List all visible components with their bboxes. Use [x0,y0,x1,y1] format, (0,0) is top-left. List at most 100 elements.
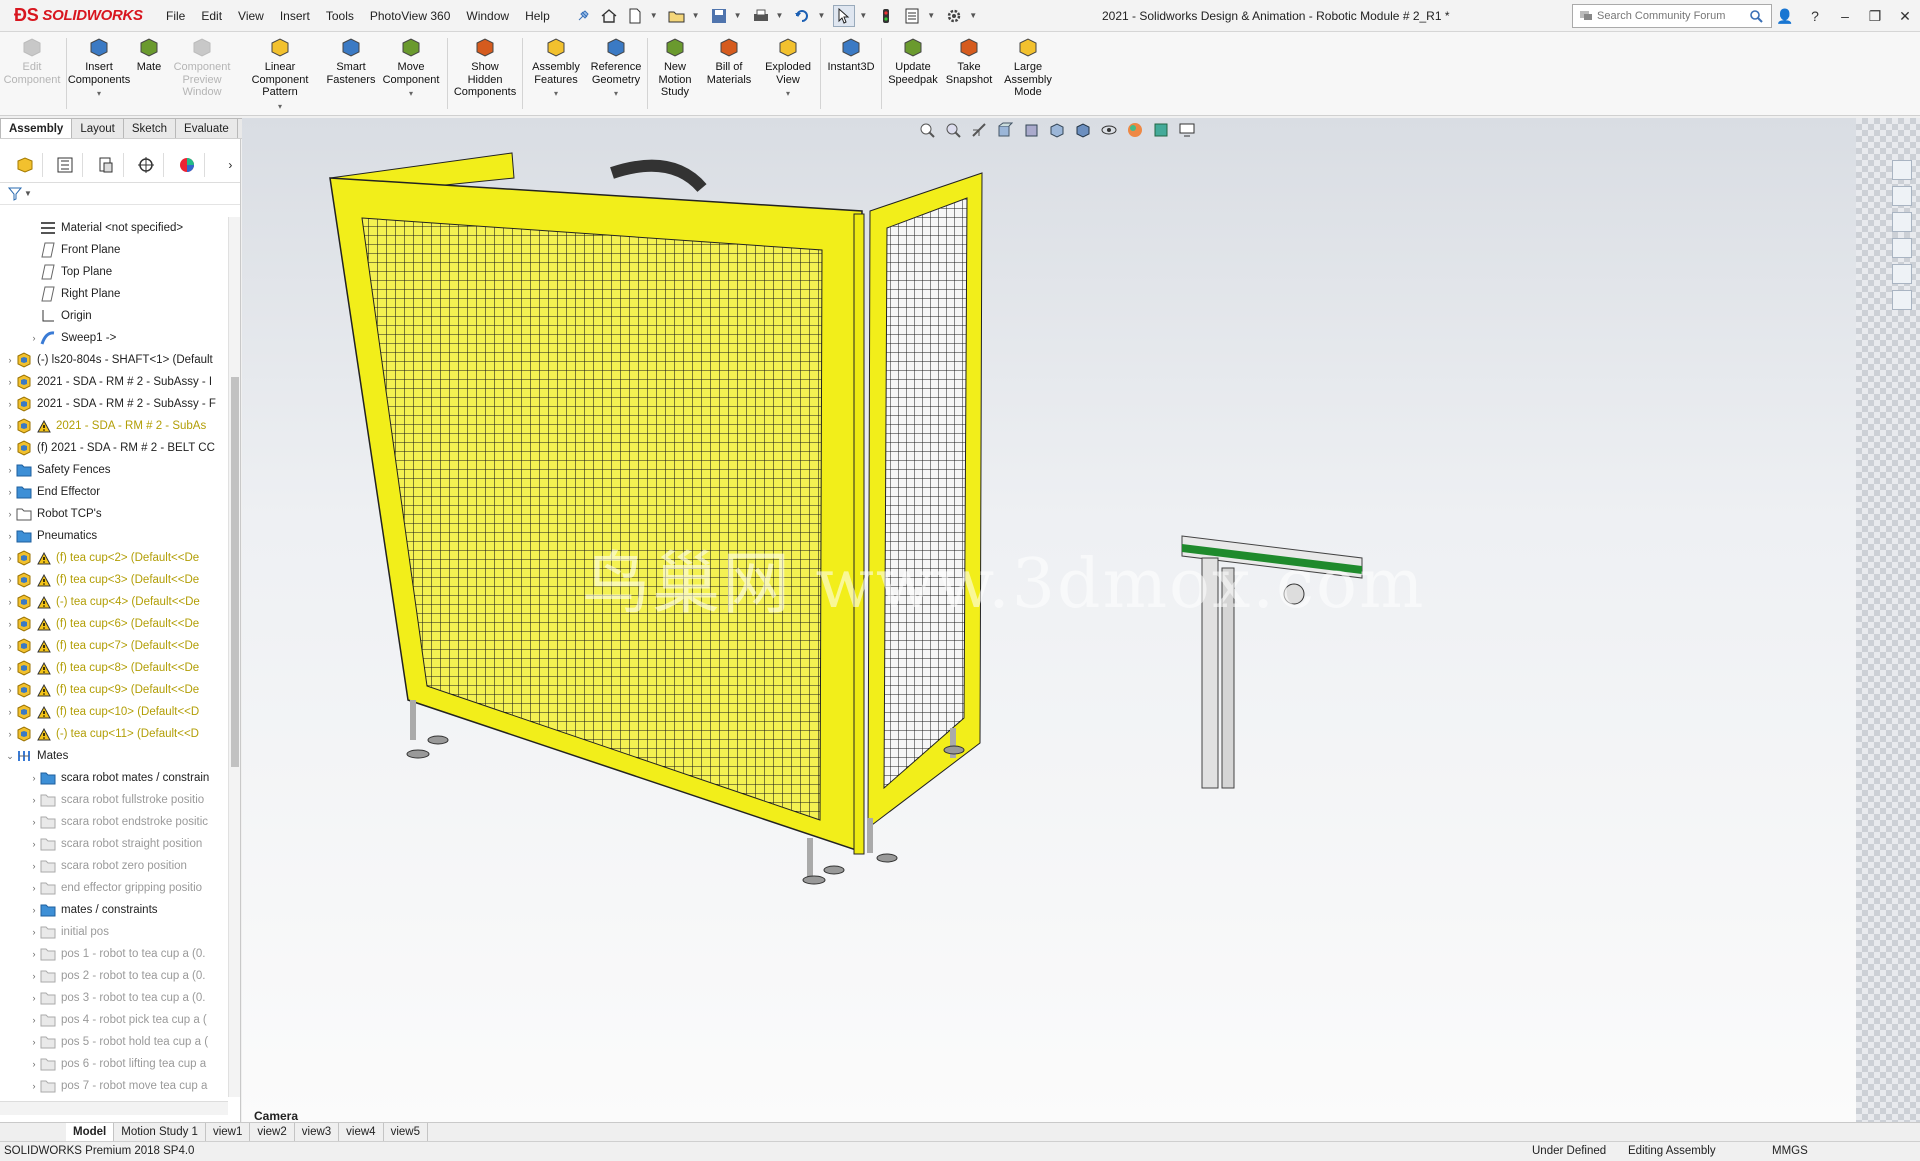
file-properties-icon[interactable] [901,5,923,27]
restore-icon[interactable]: ❐ [1860,8,1890,25]
expand-toggle-icon[interactable]: › [4,465,16,475]
tab-view4[interactable]: view4 [339,1123,384,1141]
file-explorer-icon[interactable] [1892,212,1912,232]
tree-item-pos-7-robot-move-tea-cup-a[interactable]: › pos 7 - robot move tea cup a [0,1075,228,1097]
instant3d-button[interactable]: Instant3D [823,32,879,115]
expand-toggle-icon[interactable]: › [4,487,16,497]
tree-vertical-scrollbar[interactable] [228,217,240,1097]
appearances-icon[interactable] [1892,264,1912,284]
exploded-view-button[interactable]: Exploded View ▾ [758,32,818,115]
expand-toggle-icon[interactable]: › [28,861,40,871]
expand-toggle-icon[interactable]: ⌄ [4,751,16,762]
expand-toggle-icon[interactable]: › [28,905,40,915]
expand-toggle-icon[interactable]: › [4,597,16,607]
expand-toggle-icon[interactable]: › [4,663,16,673]
new-motion-study-button[interactable]: New Motion Study [650,32,700,115]
chevron-down-icon[interactable]: ▾ [409,88,413,101]
tab-evaluate[interactable]: Evaluate [175,118,238,138]
chevron-down-icon[interactable]: ▾ [614,88,618,101]
chevron-down-icon[interactable]: ▾ [786,88,790,101]
tree-item-pos-4-robot-pick-tea-cup-a[interactable]: › pos 4 - robot pick tea cup a ( [0,1009,228,1031]
tab-sketch[interactable]: Sketch [122,118,177,138]
menu-edit[interactable]: Edit [193,0,230,32]
menu-insert[interactable]: Insert [272,0,318,32]
user-icon[interactable]: 👤 [1770,8,1800,25]
large-assembly-mode-button[interactable]: Large Assembly Mode [996,32,1060,115]
chevron-down-icon[interactable]: ▾ [554,88,558,101]
tree-item-material-not-specified[interactable]: Material <not specified> [0,217,228,239]
expand-toggle-icon[interactable]: › [4,553,16,563]
tree-item-scara-robot-fullstroke-positio[interactable]: › scara robot fullstroke positio [0,789,228,811]
expand-toggle-icon[interactable]: › [4,531,16,541]
close-icon[interactable]: ✕ [1890,8,1920,25]
minimize-icon[interactable]: – [1830,8,1860,24]
tree-item-end-effector-gripping-positio[interactable]: › end effector gripping positio [0,877,228,899]
assembly-features-button[interactable]: Assembly Features ▾ [525,32,587,115]
menu-view[interactable]: View [230,0,272,32]
select-cursor-icon[interactable] [833,4,856,27]
expand-toggle-icon[interactable]: › [28,817,40,827]
mate-button[interactable]: Mate [129,32,169,115]
tree-item-safety-fences[interactable]: › Safety Fences [0,459,228,481]
new-document-icon[interactable] [624,5,646,27]
update-speedpak-button[interactable]: Update Speedpak [884,32,942,115]
tree-item-f-2021-sda-rm-2-belt-cc[interactable]: › (f) 2021 - SDA - RM # 2 - BELT CC [0,437,228,459]
move-component-button[interactable]: Move Component ▾ [377,32,445,115]
design-library-icon[interactable] [1892,186,1912,206]
solidworks-resources-icon[interactable] [1892,160,1912,180]
tree-item-pos-1-robot-to-tea-cup-a-0[interactable]: › pos 1 - robot to tea cup a (0. [0,943,228,965]
expand-toggle-icon[interactable]: › [4,575,16,585]
tree-item-right-plane[interactable]: Right Plane [0,283,228,305]
tab-view2[interactable]: view2 [250,1123,295,1141]
expand-toggle-icon[interactable]: › [4,399,16,409]
component-preview-window-button[interactable]: Component Preview Window [169,32,235,115]
tab-layout[interactable]: Layout [71,118,124,138]
open-folder-icon[interactable] [666,5,688,27]
home-icon[interactable] [598,5,620,27]
tree-item-top-plane[interactable]: Top Plane [0,261,228,283]
tree-item-pos-5-robot-hold-tea-cup-a[interactable]: › pos 5 - robot hold tea cup a ( [0,1031,228,1053]
tab-model[interactable]: Model [66,1123,115,1141]
tree-item-f-tea-cup-6-default-de[interactable]: › (f) tea cup<6> (Default<<De [0,613,228,635]
tree-horizontal-scrollbar[interactable] [0,1101,228,1115]
expand-toggle-icon[interactable]: › [28,1081,40,1091]
tree-item-f-tea-cup-2-default-de[interactable]: › (f) tea cup<2> (Default<<De [0,547,228,569]
tree-item-robot-tcp-s[interactable]: › Robot TCP's [0,503,228,525]
expand-toggle-icon[interactable]: › [4,729,16,739]
undo-icon[interactable] [791,5,813,27]
tree-item-pos-6-robot-lifting-tea-cup-a[interactable]: › pos 6 - robot lifting tea cup a [0,1053,228,1075]
expand-toggle-icon[interactable]: › [4,443,16,453]
expand-toggle-icon[interactable]: › [4,377,16,387]
tree-item-initial-pos[interactable]: › initial pos [0,921,228,943]
feature-manager-tab-icon[interactable] [8,152,43,177]
tree-item-mates-constraints[interactable]: › mates / constraints [0,899,228,921]
edit-component-button[interactable]: Edit Component [0,32,64,115]
tree-item-pos-2-robot-to-tea-cup-a-0[interactable]: › pos 2 - robot to tea cup a (0. [0,965,228,987]
expand-toggle-icon[interactable]: › [28,773,40,783]
dimxpert-tab-icon[interactable] [130,152,165,177]
expand-toggle-icon[interactable]: › [4,707,16,717]
tree-item-2021-sda-rm-2-subas[interactable]: › 2021 - SDA - RM # 2 - SubAs [0,415,228,437]
tree-item-f-tea-cup-8-default-de[interactable]: › (f) tea cup<8> (Default<<De [0,657,228,679]
expand-toggle-icon[interactable]: › [4,355,16,365]
tree-item-pos-3-robot-to-tea-cup-a-0[interactable]: › pos 3 - robot to tea cup a (0. [0,987,228,1009]
tree-item-2021-sda-rm-2-subassy-i[interactable]: › 2021 - SDA - RM # 2 - SubAssy - I [0,371,228,393]
tab-view1[interactable]: view1 [206,1123,251,1141]
tree-item-f-tea-cup-3-default-de[interactable]: › (f) tea cup<3> (Default<<De [0,569,228,591]
tree-filter[interactable]: ▼ [0,183,240,205]
expand-toggle-icon[interactable]: › [28,927,40,937]
custom-properties-icon[interactable] [1892,290,1912,310]
print-icon[interactable] [750,5,772,27]
options-gear-icon[interactable] [943,5,965,27]
take-snapshot-button[interactable]: Take Snapshot [942,32,996,115]
tree-item-tea-cup-11-default-d[interactable]: › (-) tea cup<11> (Default<<D [0,723,228,745]
expand-toggle-icon[interactable]: › [28,1059,40,1069]
expand-toggle-icon[interactable]: › [28,333,40,343]
tree-item-ls20-804s-shaft-1-default[interactable]: › (-) ls20-804s - SHAFT<1> (Default [0,349,228,371]
expand-toggle-icon[interactable]: › [4,685,16,695]
help-icon[interactable]: ? [1800,8,1830,24]
expand-toggle-icon[interactable]: › [28,971,40,981]
tree-item-front-plane[interactable]: Front Plane [0,239,228,261]
tree-item-end-effector[interactable]: › End Effector [0,481,228,503]
show-hidden-components-button[interactable]: Show Hidden Components [450,32,520,115]
